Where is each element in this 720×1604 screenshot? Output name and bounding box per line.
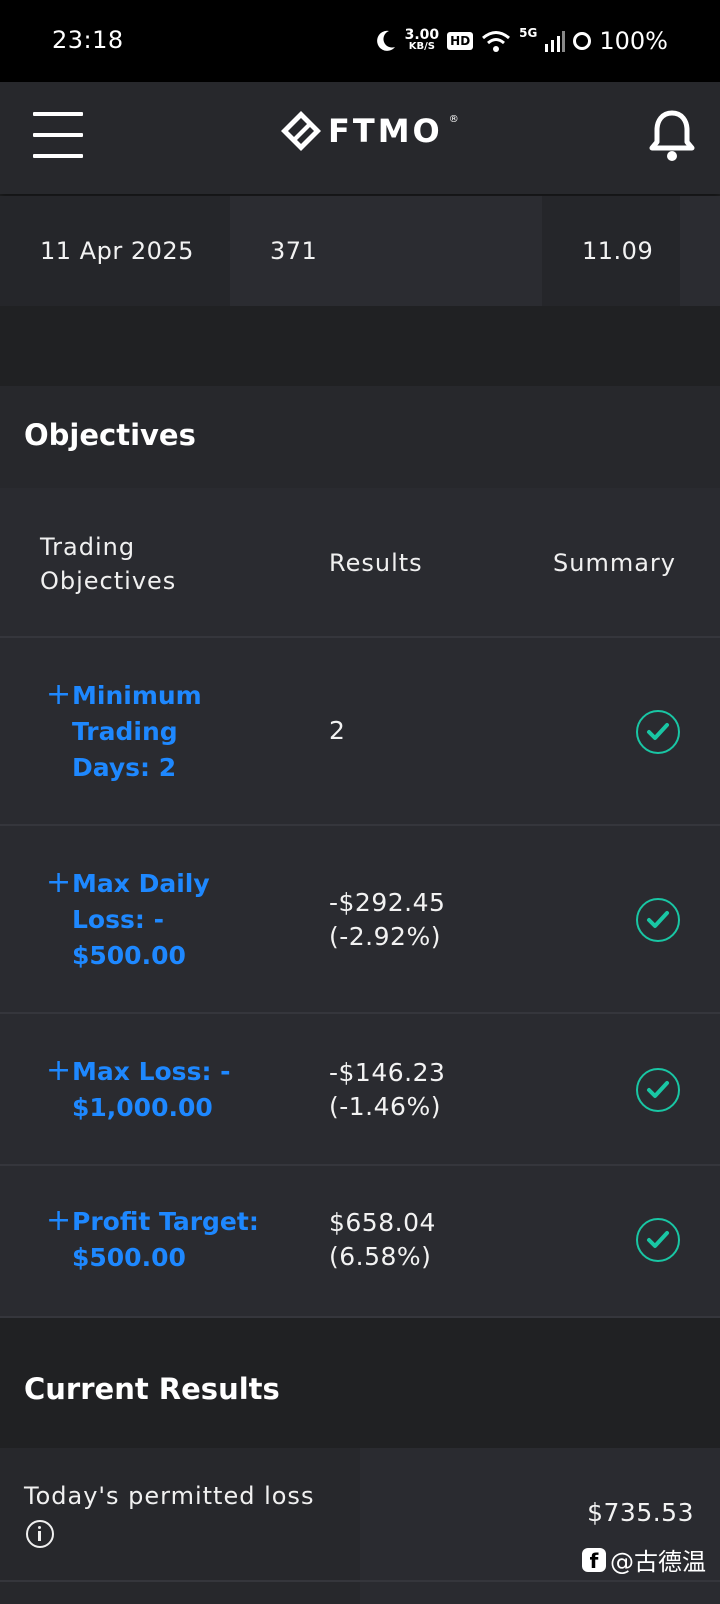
moon-icon <box>376 30 395 51</box>
objectives-table-header: Trading Objectives Results Summary <box>0 488 720 638</box>
watermark-text: @古德温 <box>610 1548 706 1576</box>
plus-icon: + <box>46 865 72 900</box>
objective-row-max-loss: + Max Loss: - $1,000.00 -$146.23 (-1.46%… <box>0 1014 720 1166</box>
row-date: 11 Apr 2025 <box>0 196 230 306</box>
check-circle-icon <box>636 1068 680 1112</box>
next-row-peek-cell <box>360 1582 720 1604</box>
status-time: 23:18 <box>52 26 124 54</box>
objective-expand-link[interactable]: + Profit Target: $500.00 <box>46 1204 261 1276</box>
trading-day-row: 11 Apr 2025 371 11.09 <box>0 196 720 306</box>
permitted-loss-value: $735.53 <box>587 1498 694 1527</box>
network-speed: 3.00 KB/S <box>404 27 440 53</box>
permitted-loss-label: Today's permitted loss <box>24 1482 315 1510</box>
battery-level: 100% <box>599 27 668 55</box>
check-circle-icon <box>636 710 680 754</box>
network-speed-unit: KB/S <box>408 41 435 52</box>
objective-name-line: Days: 2 <box>72 753 177 782</box>
objective-expand-link[interactable]: + Max Loss: - $1,000.00 <box>46 1054 261 1126</box>
objective-name-line: Max Loss: - <box>72 1057 231 1086</box>
info-icon[interactable] <box>26 1520 54 1548</box>
status-bar: 23:18 3.00 KB/S HD 5G 100% <box>0 0 720 82</box>
header-results: Results <box>329 549 423 577</box>
network-type: 5G <box>519 26 538 40</box>
result-line: (-2.92%) <box>329 922 441 951</box>
menu-icon <box>33 112 83 116</box>
row-cell-overflow <box>680 196 720 306</box>
objective-name-line: $500.00 <box>72 941 186 970</box>
battery-icon <box>573 32 592 50</box>
objective-row-profit-target: + Profit Target: $500.00 $658.04 (6.58%) <box>0 1166 720 1318</box>
objective-name-line: Trading <box>72 717 178 746</box>
next-row-peek <box>0 1582 720 1604</box>
objectives-header: Objectives <box>0 386 720 488</box>
result-line: -$146.23 <box>329 1058 446 1087</box>
objective-result: -$292.45 (-2.92%) <box>329 886 445 954</box>
objective-name-line: $500.00 <box>72 1243 186 1272</box>
row-cell-value: 11.09 <box>542 196 680 306</box>
menu-icon-bar <box>33 133 83 137</box>
logo-text: FTMO <box>328 112 443 150</box>
menu-icon-bar <box>33 154 83 158</box>
plus-icon: + <box>46 677 72 712</box>
objective-result: -$146.23 (-1.46%) <box>329 1056 445 1124</box>
result-line: (-1.46%) <box>329 1092 441 1121</box>
plus-icon: + <box>46 1053 72 1088</box>
objective-name-line: Minimum <box>72 681 202 710</box>
current-results-header: Current Results <box>0 1318 720 1448</box>
ftmo-logo-mark-icon <box>281 111 321 151</box>
result-line: (6.58%) <box>329 1242 432 1271</box>
notifications-button[interactable] <box>648 110 696 162</box>
objective-row-minimum-trading-days: + Minimum Trading Days: 2 2 <box>0 638 720 826</box>
objective-result: 2 <box>329 714 345 748</box>
check-icon <box>647 1081 669 1098</box>
check-circle-icon <box>636 1218 680 1262</box>
app-header: FTMO ® <box>0 82 720 194</box>
objective-expand-link[interactable]: + Max Daily Loss: - $500.00 <box>46 866 261 974</box>
facebook-icon: f <box>582 1547 606 1573</box>
header-trading-objectives: Trading Objectives <box>40 530 176 598</box>
wifi-icon <box>482 31 511 52</box>
bell-icon <box>649 110 695 161</box>
objectives-title: Objectives <box>24 418 196 452</box>
objective-row-max-daily-loss: + Max Daily Loss: - $500.00 -$292.45 (-2… <box>0 826 720 1014</box>
objective-name-line: $1,000.00 <box>72 1093 213 1122</box>
objective-name-line: Profit Target: <box>72 1207 259 1236</box>
objective-name-line: Max Daily <box>72 869 210 898</box>
header-summary: Summary <box>553 549 676 577</box>
check-icon <box>647 723 669 740</box>
menu-button[interactable] <box>33 112 83 158</box>
current-results-title: Current Results <box>24 1372 280 1406</box>
header-line: Objectives <box>40 567 177 595</box>
check-icon <box>647 911 669 928</box>
objective-name-line: Loss: - <box>72 905 164 934</box>
logo-registered: ® <box>448 114 459 125</box>
check-icon <box>647 1231 669 1248</box>
result-line: $658.04 <box>329 1208 436 1237</box>
signal-icon <box>545 31 566 52</box>
header-line: Trading <box>40 533 136 561</box>
objective-result: $658.04 (6.58%) <box>329 1206 436 1274</box>
status-icons: 3.00 KB/S HD 5G 100% <box>375 24 668 58</box>
objectives-table: Trading Objectives Results Summary + Min… <box>0 488 720 1318</box>
ftmo-logo[interactable]: FTMO ® <box>280 110 459 152</box>
result-line: 2 <box>329 716 346 745</box>
current-result-label-cell: Today's permitted loss <box>0 1448 360 1580</box>
plus-icon: + <box>46 1203 72 1238</box>
watermark: f @古德温 <box>582 1542 706 1577</box>
objective-expand-link[interactable]: + Minimum Trading Days: 2 <box>46 678 261 786</box>
network-speed-value: 3.00 <box>404 27 440 43</box>
check-circle-icon <box>636 898 680 942</box>
result-line: -$292.45 <box>329 888 446 917</box>
hd-icon: HD <box>447 32 474 50</box>
row-cell-trades: 371 <box>230 196 542 306</box>
